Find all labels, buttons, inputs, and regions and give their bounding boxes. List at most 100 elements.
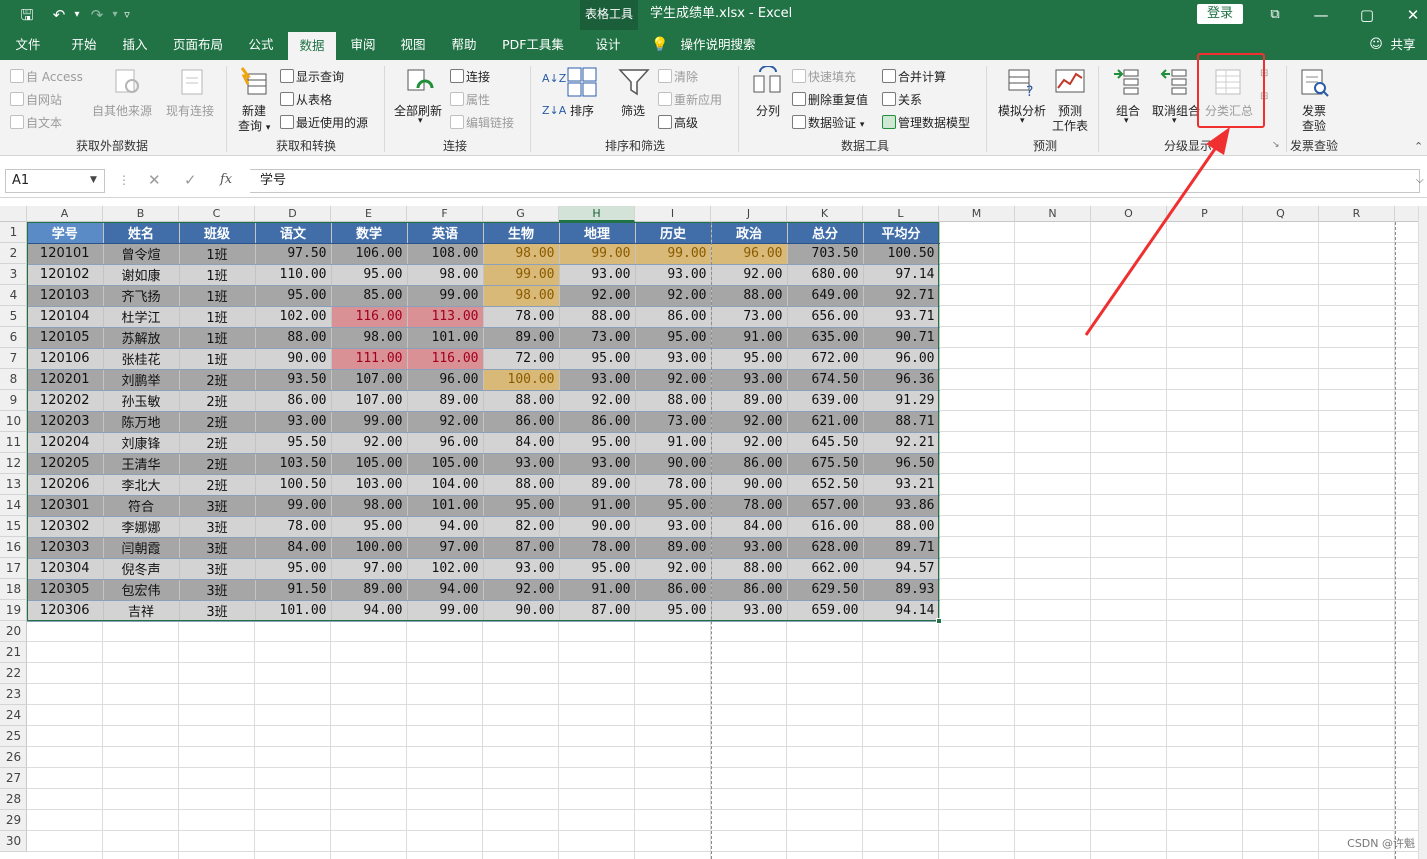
table-cell[interactable]: 1班 bbox=[179, 306, 256, 328]
row-header[interactable]: 21 bbox=[0, 642, 27, 663]
table-cell[interactable]: 649.00 bbox=[787, 285, 864, 307]
row-header[interactable]: 11 bbox=[0, 432, 27, 453]
reapply-button[interactable]: 重新应用 bbox=[658, 91, 722, 108]
what-if-dropdown-icon[interactable]: ▾ bbox=[1020, 116, 1025, 126]
tab-page-layout[interactable]: 页面布局 bbox=[164, 30, 232, 60]
table-cell[interactable]: 88.00 bbox=[255, 327, 332, 349]
column-heading[interactable]: 语文 bbox=[255, 222, 332, 244]
row-header[interactable]: 7 bbox=[0, 348, 27, 369]
table-cell[interactable]: 78.00 bbox=[559, 537, 636, 559]
relationships-button[interactable]: 关系 bbox=[882, 91, 922, 108]
table-cell[interactable]: 90.71 bbox=[863, 327, 940, 349]
row-header[interactable]: 2 bbox=[0, 243, 27, 264]
table-cell[interactable]: 120205 bbox=[27, 453, 104, 475]
table-cell[interactable]: 92.00 bbox=[483, 579, 560, 601]
row-header[interactable]: 25 bbox=[0, 726, 27, 747]
row-header[interactable]: 24 bbox=[0, 705, 27, 726]
tab-pdf-tools[interactable]: PDF工具集 bbox=[494, 30, 572, 60]
table-cell[interactable]: 89.00 bbox=[483, 327, 560, 349]
tab-review[interactable]: 审阅 bbox=[340, 30, 386, 60]
table-cell[interactable]: 105.00 bbox=[407, 453, 484, 475]
table-cell[interactable]: 1班 bbox=[179, 285, 256, 307]
table-cell[interactable]: 102.00 bbox=[407, 558, 484, 580]
table-cell[interactable]: 96.00 bbox=[407, 432, 484, 454]
table-cell[interactable]: 88.00 bbox=[559, 306, 636, 328]
table-cell[interactable]: 93.00 bbox=[483, 453, 560, 475]
table-cell[interactable]: 94.14 bbox=[863, 600, 940, 622]
column-header-f[interactable]: F bbox=[407, 206, 483, 222]
table-cell[interactable]: 120206 bbox=[27, 474, 104, 496]
table-cell[interactable]: 101.00 bbox=[255, 600, 332, 622]
sort-desc-icon[interactable]: Z↓A bbox=[542, 104, 566, 117]
table-cell[interactable]: 92.00 bbox=[559, 285, 636, 307]
table-cell[interactable]: 2班 bbox=[179, 453, 256, 475]
table-cell[interactable]: 陈万地 bbox=[103, 411, 180, 433]
table-cell[interactable]: 95.00 bbox=[255, 558, 332, 580]
table-cell[interactable]: 94.00 bbox=[407, 516, 484, 538]
table-cell[interactable]: 110.00 bbox=[255, 264, 332, 286]
from-table-button[interactable]: 从表格 bbox=[280, 91, 332, 108]
table-cell[interactable]: 1班 bbox=[179, 243, 256, 265]
table-cell[interactable]: 108.00 bbox=[407, 243, 484, 265]
table-cell[interactable]: 629.50 bbox=[787, 579, 864, 601]
row-header[interactable]: 6 bbox=[0, 327, 27, 348]
table-cell[interactable]: 628.00 bbox=[787, 537, 864, 559]
table-cell[interactable]: 120104 bbox=[27, 306, 104, 328]
table-cell[interactable]: 98.00 bbox=[331, 495, 408, 517]
table-cell[interactable]: 孙玉敏 bbox=[103, 390, 180, 412]
flash-fill-button[interactable]: 快速填充 bbox=[792, 68, 856, 85]
table-cell[interactable]: 89.00 bbox=[559, 474, 636, 496]
table-cell[interactable]: 91.00 bbox=[559, 495, 636, 517]
column-heading[interactable]: 平均分 bbox=[863, 222, 940, 244]
formula-input[interactable]: 学号 bbox=[250, 169, 1420, 193]
table-cell[interactable]: 73.00 bbox=[635, 411, 712, 433]
tab-help[interactable]: 帮助 bbox=[440, 30, 488, 60]
table-cell[interactable]: 93.00 bbox=[635, 264, 712, 286]
table-cell[interactable]: 88.00 bbox=[711, 558, 788, 580]
row-header[interactable]: 8 bbox=[0, 369, 27, 390]
table-cell[interactable]: 倪冬声 bbox=[103, 558, 180, 580]
table-cell[interactable]: 李北大 bbox=[103, 474, 180, 496]
table-cell[interactable]: 72.00 bbox=[483, 348, 560, 370]
table-cell[interactable]: 100.50 bbox=[255, 474, 332, 496]
table-cell[interactable]: 78.00 bbox=[635, 474, 712, 496]
table-cell[interactable]: 92.00 bbox=[711, 411, 788, 433]
table-cell[interactable]: 杜学江 bbox=[103, 306, 180, 328]
table-cell[interactable]: 98.00 bbox=[483, 285, 560, 307]
row-header[interactable]: 19 bbox=[0, 600, 27, 621]
table-cell[interactable]: 107.00 bbox=[331, 369, 408, 391]
properties-button[interactable]: 属性 bbox=[450, 91, 490, 108]
table-cell[interactable]: 3班 bbox=[179, 600, 256, 622]
data-validation-button[interactable]: 数据验证 ▾ bbox=[792, 114, 864, 131]
close-icon[interactable]: ✕ bbox=[1390, 3, 1427, 27]
table-cell[interactable]: 100.50 bbox=[863, 243, 940, 265]
table-cell[interactable]: 120202 bbox=[27, 390, 104, 412]
connections-button[interactable]: 连接 bbox=[450, 68, 490, 85]
column-header-r[interactable]: R bbox=[1319, 206, 1395, 222]
table-cell[interactable]: 116.00 bbox=[407, 348, 484, 370]
sort-button[interactable]: 排序 bbox=[570, 102, 594, 119]
table-cell[interactable]: 95.00 bbox=[559, 432, 636, 454]
table-cell[interactable]: 2班 bbox=[179, 390, 256, 412]
ungroup-dropdown-icon[interactable]: ▾ bbox=[1172, 116, 1177, 126]
manage-data-model-button[interactable]: 管理数据模型 bbox=[882, 114, 970, 131]
table-cell[interactable]: 97.50 bbox=[255, 243, 332, 265]
table-cell[interactable]: 92.00 bbox=[711, 264, 788, 286]
row-header[interactable]: 16 bbox=[0, 537, 27, 558]
table-cell[interactable]: 621.00 bbox=[787, 411, 864, 433]
table-cell[interactable]: 94.57 bbox=[863, 558, 940, 580]
table-cell[interactable]: 86.00 bbox=[255, 390, 332, 412]
tab-formulas[interactable]: 公式 bbox=[236, 30, 286, 60]
table-cell[interactable]: 86.00 bbox=[711, 453, 788, 475]
worksheet-grid[interactable]: 学号 姓名 班级 语文 数学 英语 生物 地理 历史 政治 总分 平均分 120101 曾令煊 1班 97.5… bbox=[27, 222, 1427, 859]
table-cell[interactable]: 86.00 bbox=[559, 411, 636, 433]
table-cell[interactable]: 84.00 bbox=[255, 537, 332, 559]
table-cell[interactable]: 93.00 bbox=[255, 411, 332, 433]
table-cell[interactable]: 符合 bbox=[103, 495, 180, 517]
table-cell[interactable]: 86.00 bbox=[483, 411, 560, 433]
undo-dropdown-icon[interactable]: ▾ bbox=[66, 4, 88, 26]
table-cell[interactable]: 88.00 bbox=[483, 390, 560, 412]
customize-quick-access-icon[interactable]: ▿ bbox=[116, 4, 138, 26]
column-header-l[interactable]: L bbox=[863, 206, 939, 222]
row-header[interactable]: 29 bbox=[0, 810, 27, 831]
